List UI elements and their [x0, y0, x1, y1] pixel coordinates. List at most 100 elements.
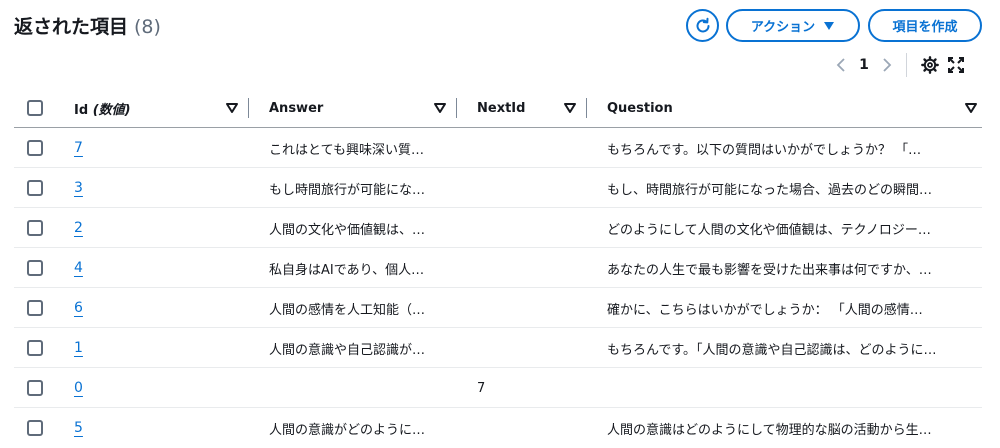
nextid-cell	[477, 208, 582, 248]
nextid-cell	[477, 408, 582, 448]
sort-icon[interactable]	[964, 101, 978, 115]
row-checkbox[interactable]	[27, 300, 43, 316]
table-row[interactable]: 1 人間の意識や自己認識が… もちろんです。｢人間の意識や自己認識は、どのように…	[14, 328, 982, 368]
question-cell: 確かに、こちらはいかがでしょうか： 「人間の感情…	[607, 302, 923, 318]
question-cell: もちろんです。以下の質問はいかがでしょうか？ 「…	[607, 142, 922, 158]
actions-label: アクション	[750, 20, 816, 35]
sort-icon[interactable]	[433, 101, 447, 115]
id-cell: 0	[74, 368, 244, 408]
row-select-cell	[27, 168, 57, 208]
items-panel: 返された項目 (8) アクション 項目を作成 1 Id (数値) Answer …	[0, 0, 1000, 448]
question-cell	[607, 368, 977, 408]
nextid-cell	[477, 328, 582, 368]
nextid-cell	[477, 168, 582, 208]
table-row[interactable]: 7 これはとても興味深い質… もちろんです。以下の質問はいかがでしょうか？ 「…	[14, 128, 982, 168]
column-answer-label: Answer	[269, 100, 324, 116]
table-row[interactable]: 3 もし時間旅行が可能にな… もし、時間旅行が可能になった場合、過去のどの瞬間…	[14, 168, 982, 208]
column-question-label: Question	[607, 100, 673, 116]
column-header-answer[interactable]: Answer	[249, 88, 457, 128]
row-select-cell	[27, 328, 57, 368]
gear-icon	[921, 56, 939, 74]
refresh-button[interactable]	[686, 9, 719, 42]
pager-divider	[906, 53, 907, 77]
row-checkbox[interactable]	[27, 140, 43, 156]
table-row[interactable]: 5 人間の意識がどのように… 人間の意識はどのようにして物理的な脳の活動から生…	[14, 408, 982, 448]
item-id-link[interactable]: 3	[74, 180, 83, 196]
column-header-id[interactable]: Id (数値)	[57, 88, 249, 128]
next-page-button[interactable]	[876, 52, 898, 78]
question-cell: 人間の意識はどのようにして物理的な脳の活動から生…	[607, 422, 932, 438]
item-id-link[interactable]: 7	[74, 140, 83, 156]
chevron-right-icon	[883, 58, 892, 72]
row-select-cell	[27, 248, 57, 288]
table-header: Id (数値) Answer NextId Question	[14, 88, 982, 128]
item-id-link[interactable]: 6	[74, 300, 83, 316]
expand-icon	[948, 57, 964, 73]
id-cell: 4	[74, 248, 244, 288]
id-cell: 2	[74, 208, 244, 248]
column-header-nextid[interactable]: NextId	[457, 88, 587, 128]
table-row[interactable]: 0 7	[14, 368, 982, 408]
create-item-button[interactable]: 項目を作成	[868, 9, 982, 42]
row-checkbox[interactable]	[27, 420, 43, 436]
answer-cell: 人間の文化や価値観は、…	[269, 222, 426, 238]
item-id-link[interactable]: 5	[74, 420, 83, 436]
item-id-link[interactable]: 1	[74, 340, 83, 356]
answer-cell: 人間の意識や自己認識が…	[269, 342, 426, 358]
answer-cell	[269, 368, 454, 408]
fullscreen-button[interactable]	[943, 52, 969, 78]
row-select-cell	[27, 128, 57, 168]
title-text: 返された項目	[14, 16, 129, 38]
chevron-left-icon	[836, 58, 845, 72]
nextid-cell	[477, 128, 582, 168]
table-row[interactable]: 2 人間の文化や価値観は、… どのようにして人間の文化や価値観は、テクノロジー…	[14, 208, 982, 248]
row-select-cell	[27, 208, 57, 248]
item-id-link[interactable]: 4	[74, 260, 83, 276]
answer-cell: これはとても興味深い質…	[269, 142, 424, 158]
table-body: 7 これはとても興味深い質… もちろんです。以下の質問はいかがでしょうか？ 「……	[14, 128, 982, 448]
previous-page-button[interactable]	[830, 52, 852, 78]
id-cell: 7	[74, 128, 244, 168]
nextid-cell: 7	[477, 380, 486, 396]
create-label: 項目を作成	[892, 20, 958, 35]
row-checkbox[interactable]	[27, 220, 43, 236]
nextid-cell	[477, 248, 582, 288]
row-checkbox[interactable]	[27, 340, 43, 356]
select-all-checkbox[interactable]	[27, 100, 43, 116]
preferences-button[interactable]	[917, 52, 943, 78]
column-nextid-label: NextId	[477, 100, 526, 116]
page-number[interactable]: 1	[852, 57, 876, 73]
sort-icon[interactable]	[225, 101, 239, 115]
nextid-cell	[477, 288, 582, 328]
question-cell: あなたの人生で最も影響を受けた出来事は何ですか、…	[607, 262, 932, 278]
pagination: 1	[830, 52, 969, 78]
row-checkbox[interactable]	[27, 180, 43, 196]
row-select-cell	[27, 368, 57, 408]
sort-icon[interactable]	[563, 101, 577, 115]
row-checkbox[interactable]	[27, 260, 43, 276]
row-checkbox[interactable]	[27, 380, 43, 396]
question-cell: どのようにして人間の文化や価値観は、テクノロジー…	[607, 222, 931, 238]
page-title: 返された項目 (8)	[14, 12, 161, 39]
row-select-cell	[27, 288, 57, 328]
items-table: Id (数値) Answer NextId Question 7 これはとても興…	[14, 88, 982, 448]
caret-down-icon	[824, 21, 835, 30]
answer-cell: 人間の意識がどのように…	[269, 422, 426, 438]
column-header-question[interactable]: Question	[587, 88, 982, 128]
id-cell: 5	[74, 408, 244, 448]
item-count: (8)	[134, 16, 161, 38]
actions-dropdown-button[interactable]: アクション	[726, 9, 860, 42]
answer-cell: 人間の感情を人工知能（…	[269, 302, 426, 318]
answer-cell: もし時間旅行が可能にな…	[269, 182, 426, 198]
table-row[interactable]: 4 私自身はAIであり、個人… あなたの人生で最も影響を受けた出来事は何ですか、…	[14, 248, 982, 288]
question-cell: もちろんです。｢人間の意識や自己認識は、どのように…	[607, 342, 937, 358]
item-id-link[interactable]: 2	[74, 220, 83, 236]
table-row[interactable]: 6 人間の感情を人工知能（… 確かに、こちらはいかがでしょうか： 「人間の感情…	[14, 288, 982, 328]
id-cell: 6	[74, 288, 244, 328]
header-select-cell	[27, 88, 57, 128]
refresh-icon	[696, 17, 709, 32]
row-select-cell	[27, 408, 57, 448]
item-id-link[interactable]: 0	[74, 380, 83, 396]
question-cell: もし、時間旅行が可能になった場合、過去のどの瞬間…	[607, 182, 933, 198]
column-id-label: Id (数値)	[74, 102, 131, 118]
